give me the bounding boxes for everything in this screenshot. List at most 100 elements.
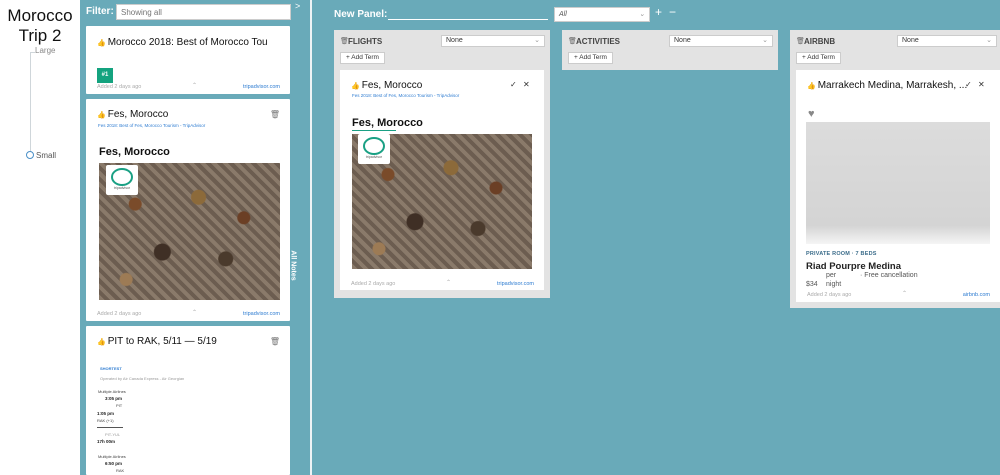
- travelers-choice-badge: tripadvisor: [358, 134, 390, 164]
- price-night: night: [826, 281, 842, 288]
- thumbs-up-icon[interactable]: 👍: [807, 83, 816, 90]
- card-title-row: 👍 Marrakech Medina, Marrakesh, ...: [807, 80, 967, 91]
- cancellation-policy: · Free cancellation: [860, 272, 918, 279]
- close-icon[interactable]: ✕: [978, 80, 985, 89]
- add-term-button[interactable]: + Add Term: [340, 52, 385, 64]
- expand-caret-icon[interactable]: ⌃: [902, 290, 907, 297]
- panel-title: ACTIVITIES: [576, 37, 621, 46]
- panel-sort-select[interactable]: None ⌄: [441, 35, 545, 47]
- chevron-down-icon: ⌄: [534, 37, 540, 44]
- listing-name: Riad Pourpre Medina: [806, 261, 902, 272]
- card-added: Added 2 days ago: [807, 292, 852, 298]
- panel-filter-select[interactable]: All ⌄: [554, 7, 650, 22]
- chevron-down-icon: ⌄: [762, 37, 768, 44]
- thumbs-up-icon[interactable]: 👍: [97, 339, 106, 346]
- panel-sort-select[interactable]: None ⌄: [897, 35, 997, 47]
- flight-route-line: [97, 427, 123, 428]
- note-card[interactable]: 👍 Fes, Morocco 🗑 Fes 2018: Best of Fes, M…: [86, 99, 290, 321]
- laurel-icon: [363, 137, 385, 155]
- card-sub-link[interactable]: Fes 2018: Best of Fes, Morocco Tourism -…: [352, 93, 459, 98]
- all-notes-tab[interactable]: All Notes: [289, 248, 300, 288]
- laurel-icon: [111, 168, 133, 186]
- flight-tag: SHORTEST: [100, 366, 122, 371]
- thumbs-up-icon[interactable]: 👍: [97, 40, 106, 47]
- travelers-choice-badge: tripadvisor: [106, 165, 138, 195]
- note-card[interactable]: 👍 Morocco 2018: Best of Morocco Tou #1 Ad…: [86, 26, 290, 94]
- flight-depart-time: 3:05 pm: [105, 396, 123, 401]
- flight-from: PIT: [116, 403, 123, 408]
- expand-caret-icon[interactable]: ⌃: [192, 82, 197, 89]
- add-term-button[interactable]: + Add Term: [568, 52, 613, 64]
- panel-sort-value: None: [674, 37, 691, 44]
- note-added: Added 2 days ago: [97, 311, 142, 317]
- flight-to: RAK (+1): [97, 418, 114, 423]
- flight-airline: Multiple Airlines: [98, 389, 126, 394]
- expand-caret-icon[interactable]: ⌃: [446, 279, 451, 286]
- panel-sort-select[interactable]: None ⌄: [669, 35, 773, 47]
- size-small-label: Small: [36, 151, 57, 160]
- flight-operator: Operated by Air Canada Express - Air Geo…: [100, 376, 185, 381]
- trip-title: Morocco Trip 2: [7, 6, 73, 45]
- trash-icon[interactable]: 🗑: [270, 110, 280, 119]
- new-panel-input[interactable]: [388, 6, 548, 20]
- panel-card[interactable]: 👍 Fes, Morocco ✓ ✕ Fes 2018: Best of Fes,…: [340, 70, 544, 290]
- panel-airbnb: 🗑 AIRBNB None ⌄ + Add Term 👍 Marrakech Me…: [790, 30, 1000, 308]
- thumbs-up-icon[interactable]: 👍: [351, 83, 360, 90]
- price-per: per: [826, 272, 837, 279]
- note-title-row: 👍 Morocco 2018: Best of Morocco Tou: [97, 37, 268, 48]
- card-heading: Fes, Morocco: [352, 117, 423, 129]
- all-notes-label: All Notes: [289, 250, 297, 281]
- add-term-button[interactable]: + Add Term: [796, 52, 841, 64]
- source-link[interactable]: airbnb.com: [963, 292, 990, 298]
- source-link[interactable]: tripadvisor.com: [243, 311, 280, 317]
- panel-sort-value: None: [902, 37, 919, 44]
- listing-photo: [806, 122, 990, 244]
- collapse-notes-button[interactable]: >: [295, 2, 300, 11]
- chevron-down-icon: ⌄: [639, 11, 645, 18]
- note-title-row: 👍 PIT to RAK, 5/11 — 5/19: [97, 336, 217, 347]
- filter-input[interactable]: [116, 4, 291, 20]
- expand-caret-icon[interactable]: ⌃: [192, 309, 197, 316]
- card-title-row: 👍 Fes, Morocco: [351, 80, 422, 91]
- source-link[interactable]: tripadvisor.com: [243, 84, 280, 90]
- note-added: Added 2 days ago: [97, 84, 142, 90]
- source-link[interactable]: tripadvisor.com: [497, 281, 534, 287]
- size-slider-track[interactable]: [30, 52, 31, 154]
- panel-filter-value: All: [559, 11, 567, 18]
- badge-text: tripadvisor: [365, 155, 383, 159]
- panel-title: FLIGHTS: [348, 37, 383, 46]
- panel-activities: 🗑 ACTIVITIES None ⌄ + Add Term: [562, 30, 778, 70]
- panel-card[interactable]: 👍 Marrakech Medina, Marrakesh, ... ✓ ✕ ♥ …: [796, 70, 1000, 302]
- note-title: Fes, Morocco: [107, 109, 169, 120]
- flight-from: RAK: [116, 468, 125, 473]
- note-title-row: 👍 Fes, Morocco: [97, 109, 168, 120]
- badge-text: tripadvisor: [113, 186, 131, 190]
- notes-column: Filter: > 👍Morocco 2018: Best of Morocco…: [80, 0, 312, 475]
- trash-icon[interactable]: 🗑: [270, 337, 280, 346]
- add-panel-button[interactable]: +: [655, 5, 662, 19]
- note-title: Morocco 2018: Best of Morocco Tou: [107, 37, 268, 48]
- remove-panel-button[interactable]: −: [669, 5, 676, 19]
- size-slider-handle[interactable]: [26, 151, 34, 159]
- panel-title: AIRBNB: [804, 37, 836, 46]
- check-icon[interactable]: ✓: [965, 80, 972, 89]
- panel-sort-value: None: [446, 37, 463, 44]
- filter-label: Filter:: [86, 6, 114, 17]
- thumbs-up-icon[interactable]: 👍: [97, 112, 106, 119]
- note-sub-link[interactable]: Fes 2018: Best of Fes, Morocco Tourism -…: [98, 123, 205, 128]
- card-added: Added 2 days ago: [351, 281, 396, 287]
- price: $34: [806, 281, 818, 288]
- chevron-down-icon: ⌄: [986, 37, 992, 44]
- room-type: PRIVATE ROOM · 7 BEDS: [806, 251, 877, 257]
- flight-stop: PIT-YUL: [105, 432, 121, 437]
- heading-underline: [352, 130, 396, 131]
- card-title: Fes, Morocco: [361, 80, 423, 91]
- column-divider: [310, 0, 312, 475]
- flight-depart-time: 6:50 pm: [105, 461, 123, 466]
- trip-rail: Morocco Trip 2 Large Small: [0, 0, 80, 475]
- check-icon[interactable]: ✓: [510, 80, 517, 89]
- note-heading: Fes, Morocco: [99, 146, 170, 158]
- note-card[interactable]: 👍 PIT to RAK, 5/11 — 5/19 🗑 SHORTEST Oper…: [86, 326, 290, 475]
- heart-icon[interactable]: ♥: [808, 108, 815, 120]
- close-icon[interactable]: ✕: [523, 80, 530, 89]
